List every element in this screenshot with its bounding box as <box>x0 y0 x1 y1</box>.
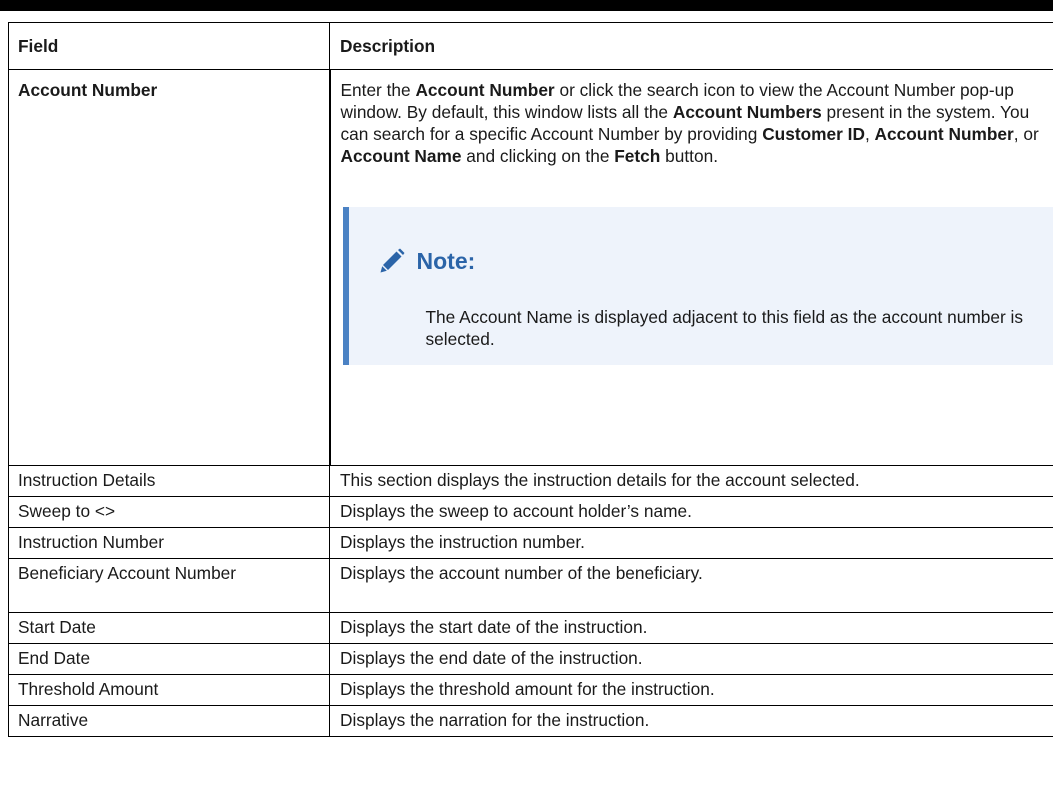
table-row: Account Number Enter the Account Number … <box>8 69 1053 466</box>
table-row: Instruction Number Displays the instruct… <box>8 527 1053 559</box>
bold-term: Account Name <box>340 146 462 166</box>
bold-term: Customer ID <box>762 124 865 144</box>
field-description-table: Field Description Account Number Enter t… <box>8 22 1053 737</box>
text-span: and clicking on the <box>461 146 615 166</box>
field-cell: Beneficiary Account Number <box>8 558 330 613</box>
table-row: Sweep to <> Displays the sweep to accoun… <box>8 496 1053 528</box>
text-span: , <box>864 124 875 144</box>
table-row: Threshold Amount Displays the threshold … <box>8 674 1053 706</box>
field-cell: End Date <box>8 643 330 675</box>
pencil-icon <box>380 248 404 273</box>
note-text: The Account Name is displayed adjacent t… <box>425 307 1024 349</box>
field-cell: Instruction Details <box>8 465 330 497</box>
description-cell: Displays the narration for the instructi… <box>329 705 1053 737</box>
field-cell: Sweep to <> <box>8 496 330 528</box>
table-row: Narrative Displays the narration for the… <box>8 705 1053 737</box>
field-cell: Narrative <box>8 705 330 737</box>
description-cell: Enter the Account Number or click the se… <box>329 69 1053 466</box>
description-cell: Displays the account number of the benef… <box>329 558 1053 613</box>
field-cell: Instruction Number <box>8 527 330 559</box>
field-cell: Threshold Amount <box>8 674 330 706</box>
bold-term: Account Number <box>874 124 1014 144</box>
description-cell: Displays the end date of the instruction… <box>329 643 1053 675</box>
header-field: Field <box>8 22 330 70</box>
description-cell: Displays the start date of the instructi… <box>329 612 1053 644</box>
description-text: Enter the Account Number or click the se… <box>341 79 1051 167</box>
field-cell: Account Number <box>8 69 331 466</box>
table-row: Start Date Displays the start date of th… <box>8 612 1053 644</box>
note-box: Note: The Account Name is displayed adja… <box>342 207 1053 365</box>
field-cell: Start Date <box>8 612 330 644</box>
description-cell: This section displays the instruction de… <box>329 465 1053 497</box>
description-cell: Displays the threshold amount for the in… <box>329 674 1053 706</box>
note-header: Note: <box>379 247 476 275</box>
header-description: Description <box>329 22 1053 70</box>
table-header-row: Field Description <box>8 22 1053 70</box>
table-row: End Date Displays the end date of the in… <box>8 643 1053 675</box>
text-span: Enter the <box>340 80 416 100</box>
table-row: Instruction Details This section display… <box>8 465 1053 497</box>
description-cell: Displays the sweep to account holder’s n… <box>329 496 1053 528</box>
bold-term: Account Numbers <box>672 102 822 122</box>
text-span: , or <box>1013 124 1039 144</box>
table-row: Beneficiary Account Number Displays the … <box>8 558 1053 613</box>
page-top-bar <box>0 0 1053 11</box>
bold-term: Account Number <box>415 80 555 100</box>
bold-term: Fetch <box>614 146 661 166</box>
description-cell: Displays the instruction number. <box>329 527 1053 559</box>
field-name: Account Number <box>18 80 158 100</box>
note-title: Note: <box>416 248 476 274</box>
text-span: button. <box>660 146 718 166</box>
